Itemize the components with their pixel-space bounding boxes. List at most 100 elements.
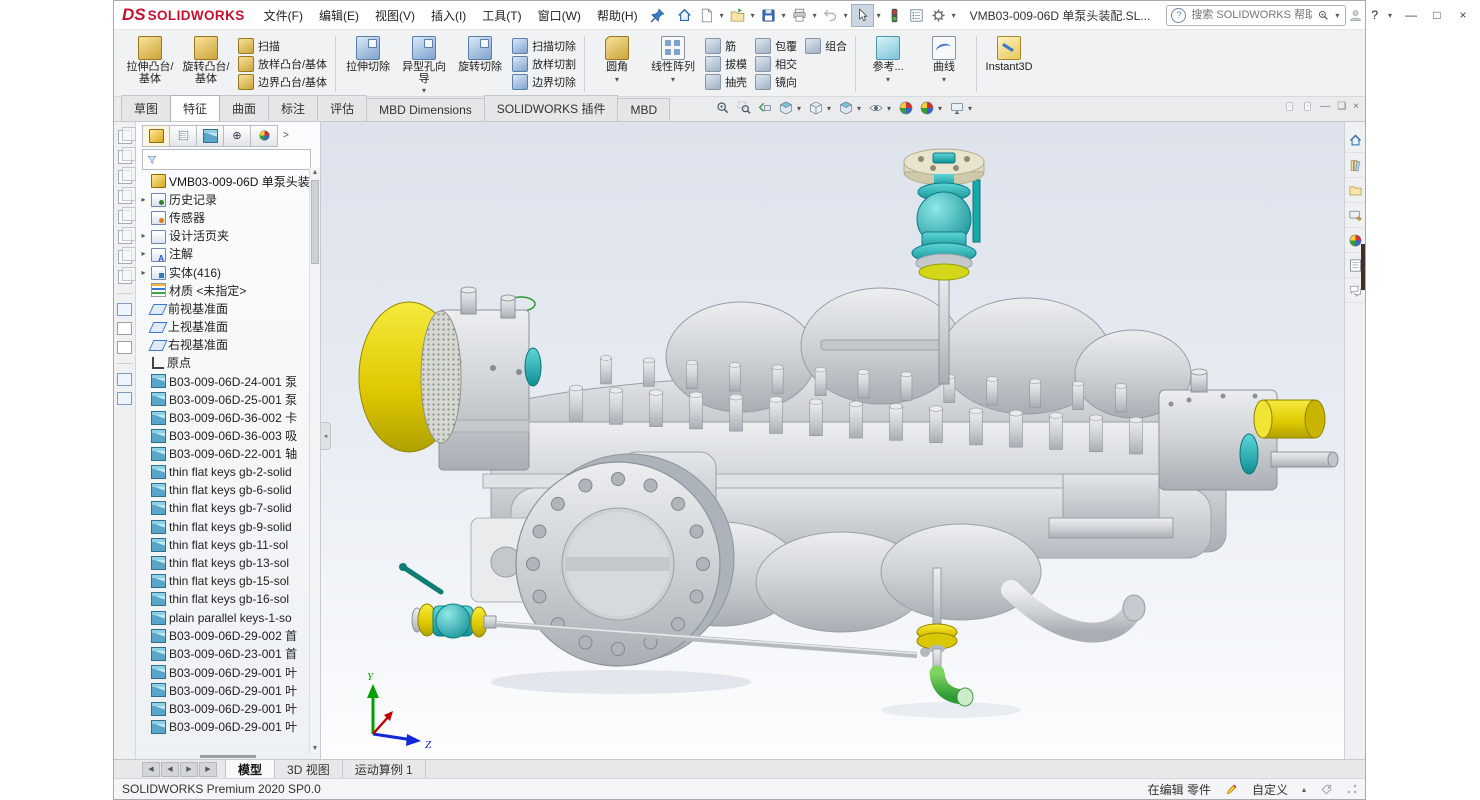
- tree-item-12[interactable]: B03-009-06D-36-002 卡: [136, 408, 310, 426]
- tab-dimxpert-manager[interactable]: ⊕: [223, 125, 251, 147]
- tree-item-4[interactable]: ▸实体(416): [136, 263, 310, 281]
- tab-property-manager[interactable]: [169, 125, 197, 147]
- view-cube-icon[interactable]: [118, 270, 132, 284]
- tree-item-16[interactable]: thin flat keys gb-6-solid: [136, 481, 310, 499]
- next-sheet-button[interactable]: ▶: [180, 762, 198, 777]
- expand-arrow[interactable]: ▸: [139, 249, 148, 258]
- tab-5[interactable]: MBD Dimensions: [366, 98, 485, 121]
- doc-close-button[interactable]: ×: [1353, 101, 1359, 112]
- dropdown-caret[interactable]: ▾: [671, 76, 675, 83]
- tree-scrollbar[interactable]: ▲ ▼: [309, 168, 320, 753]
- print-button[interactable]: [789, 5, 810, 26]
- tree-item-15[interactable]: thin flat keys gb-2-solid: [136, 463, 310, 481]
- zoom-to-fit-button[interactable]: [714, 99, 732, 117]
- tree-item-19[interactable]: thin flat keys gb-11-sol: [136, 536, 310, 554]
- menu-item-6[interactable]: 帮助(H): [590, 3, 645, 28]
- search-dropdown-caret[interactable]: ▾: [1333, 11, 1341, 20]
- tree-item-25[interactable]: B03-009-06D-23-001 首: [136, 645, 310, 663]
- graphics-viewport[interactable]: Y Z ◂: [321, 122, 1344, 759]
- dropdown-caret[interactable]: ▾: [422, 87, 426, 94]
- hole-wizard-button[interactable]: 异型孔向导▾: [397, 33, 451, 94]
- tab-0[interactable]: 草图: [121, 95, 171, 121]
- open-button[interactable]: [727, 5, 748, 26]
- tree-item-28[interactable]: B03-009-06D-29-001 叶: [136, 699, 310, 717]
- design-library-button[interactable]: [1345, 153, 1365, 178]
- select-button[interactable]: [851, 4, 874, 27]
- tree-item-22[interactable]: thin flat keys gb-16-sol: [136, 590, 310, 608]
- dropdown-caret[interactable]: ▾: [942, 76, 946, 83]
- revolve-cut-button[interactable]: 旋转切除: [453, 33, 507, 74]
- sheet-tab-1[interactable]: 3D 视图: [275, 760, 343, 778]
- pump-assembly-model[interactable]: Y Z: [321, 122, 1344, 759]
- view-palette-button[interactable]: [1345, 203, 1365, 228]
- select-dropdown-caret[interactable]: ▾: [875, 11, 883, 20]
- doc-restore-button[interactable]: ❏: [1337, 101, 1346, 112]
- tree-root-item[interactable]: VMB03-009-06D 单泵头装...: [136, 172, 310, 190]
- print-dropdown-caret[interactable]: ▾: [811, 11, 819, 20]
- tab-7[interactable]: MBD: [617, 98, 670, 121]
- view-cube-icon[interactable]: [118, 130, 132, 144]
- tree-item-2[interactable]: ▸设计活页夹: [136, 227, 310, 245]
- menu-item-2[interactable]: 视图(V): [368, 3, 422, 28]
- tag-icon[interactable]: [1320, 783, 1333, 796]
- intersect-button[interactable]: 相交: [752, 55, 800, 73]
- help-search-box[interactable]: ? ▾: [1166, 5, 1346, 26]
- display-style-button[interactable]: ▾: [837, 99, 864, 117]
- tree-item-10[interactable]: B03-009-06D-24-001 泵: [136, 372, 310, 390]
- new-dropdown-caret[interactable]: ▾: [718, 11, 726, 20]
- combine-button[interactable]: 组合: [802, 37, 850, 55]
- prev-sheet-button[interactable]: ◀: [161, 762, 179, 777]
- tree-item-21[interactable]: thin flat keys gb-15-sol: [136, 572, 310, 590]
- view-cube-icon[interactable]: [118, 210, 132, 224]
- tree-item-11[interactable]: B03-009-06D-25-001 泵: [136, 390, 310, 408]
- user-account-icon[interactable]: [1348, 8, 1363, 23]
- tab-display-manager[interactable]: [250, 125, 278, 147]
- menu-item-4[interactable]: 工具(T): [475, 3, 528, 28]
- help-dropdown-caret[interactable]: ▾: [1386, 11, 1394, 20]
- sheet-tab-2[interactable]: 运动算例 1: [343, 760, 426, 778]
- tree-item-13[interactable]: B03-009-06D-36-003 吸: [136, 427, 310, 445]
- search-input[interactable]: [1189, 8, 1314, 22]
- sheet-tab-0[interactable]: 模型: [225, 760, 275, 778]
- tab-3[interactable]: 标注: [268, 95, 318, 121]
- horizontal-scroll-indicator[interactable]: [200, 755, 256, 758]
- edit-tool-icon[interactable]: [117, 322, 132, 335]
- view-settings-button[interactable]: ▾: [948, 99, 975, 117]
- expand-arrow[interactable]: ▸: [139, 268, 148, 277]
- next-window-icon[interactable]: [1302, 101, 1313, 112]
- boundary-boss-button[interactable]: 边界凸台/基体: [235, 73, 330, 91]
- tab-feature-tree[interactable]: [142, 125, 170, 147]
- options-button[interactable]: [928, 5, 949, 26]
- menu-item-3[interactable]: 插入(I): [424, 3, 473, 28]
- tree-item-18[interactable]: thin flat keys gb-9-solid: [136, 518, 310, 536]
- tab-1[interactable]: 特征: [170, 95, 220, 121]
- tree-item-27[interactable]: B03-009-06D-29-001 叶: [136, 681, 310, 699]
- fillet-button[interactable]: 圆角▾: [590, 33, 644, 83]
- expand-arrow[interactable]: ▸: [139, 195, 148, 204]
- view-cube-icon[interactable]: [118, 150, 132, 164]
- revolve-boss-button[interactable]: 旋转凸台/基体: [179, 33, 233, 85]
- new-document-button[interactable]: [696, 5, 717, 26]
- tree-item-9[interactable]: 原点: [136, 354, 310, 372]
- tab-4[interactable]: 评估: [317, 95, 367, 121]
- scroll-down-arrow[interactable]: ▼: [310, 745, 320, 752]
- tree-item-5[interactable]: 材质 <未指定>: [136, 281, 310, 299]
- loft-button[interactable]: 放样凸台/基体: [235, 55, 330, 73]
- dropdown-caret[interactable]: ▾: [615, 76, 619, 83]
- menu-item-5[interactable]: 窗口(W): [531, 3, 588, 28]
- home-button[interactable]: [674, 5, 695, 26]
- tree-item-3[interactable]: ▸注解: [136, 245, 310, 263]
- sweep-cut-button[interactable]: 扫描切除: [509, 37, 579, 55]
- extrude-boss-button[interactable]: 拉伸凸台/基体: [123, 33, 177, 85]
- maximize-button[interactable]: □: [1428, 8, 1446, 22]
- reference-geometry-button[interactable]: 参考...▾: [861, 33, 915, 83]
- mirror-button[interactable]: 镜向: [752, 73, 800, 91]
- tree-filter-input[interactable]: [161, 153, 307, 167]
- wrap-button[interactable]: 包覆: [752, 37, 800, 55]
- curves-button[interactable]: 曲线▾: [917, 33, 971, 83]
- undo-button[interactable]: [820, 5, 841, 26]
- tab-configuration-manager[interactable]: [196, 125, 224, 147]
- open-dropdown-caret[interactable]: ▾: [749, 11, 757, 20]
- tree-item-29[interactable]: B03-009-06D-29-001 叶: [136, 718, 310, 736]
- shell-button[interactable]: 抽壳: [702, 73, 750, 91]
